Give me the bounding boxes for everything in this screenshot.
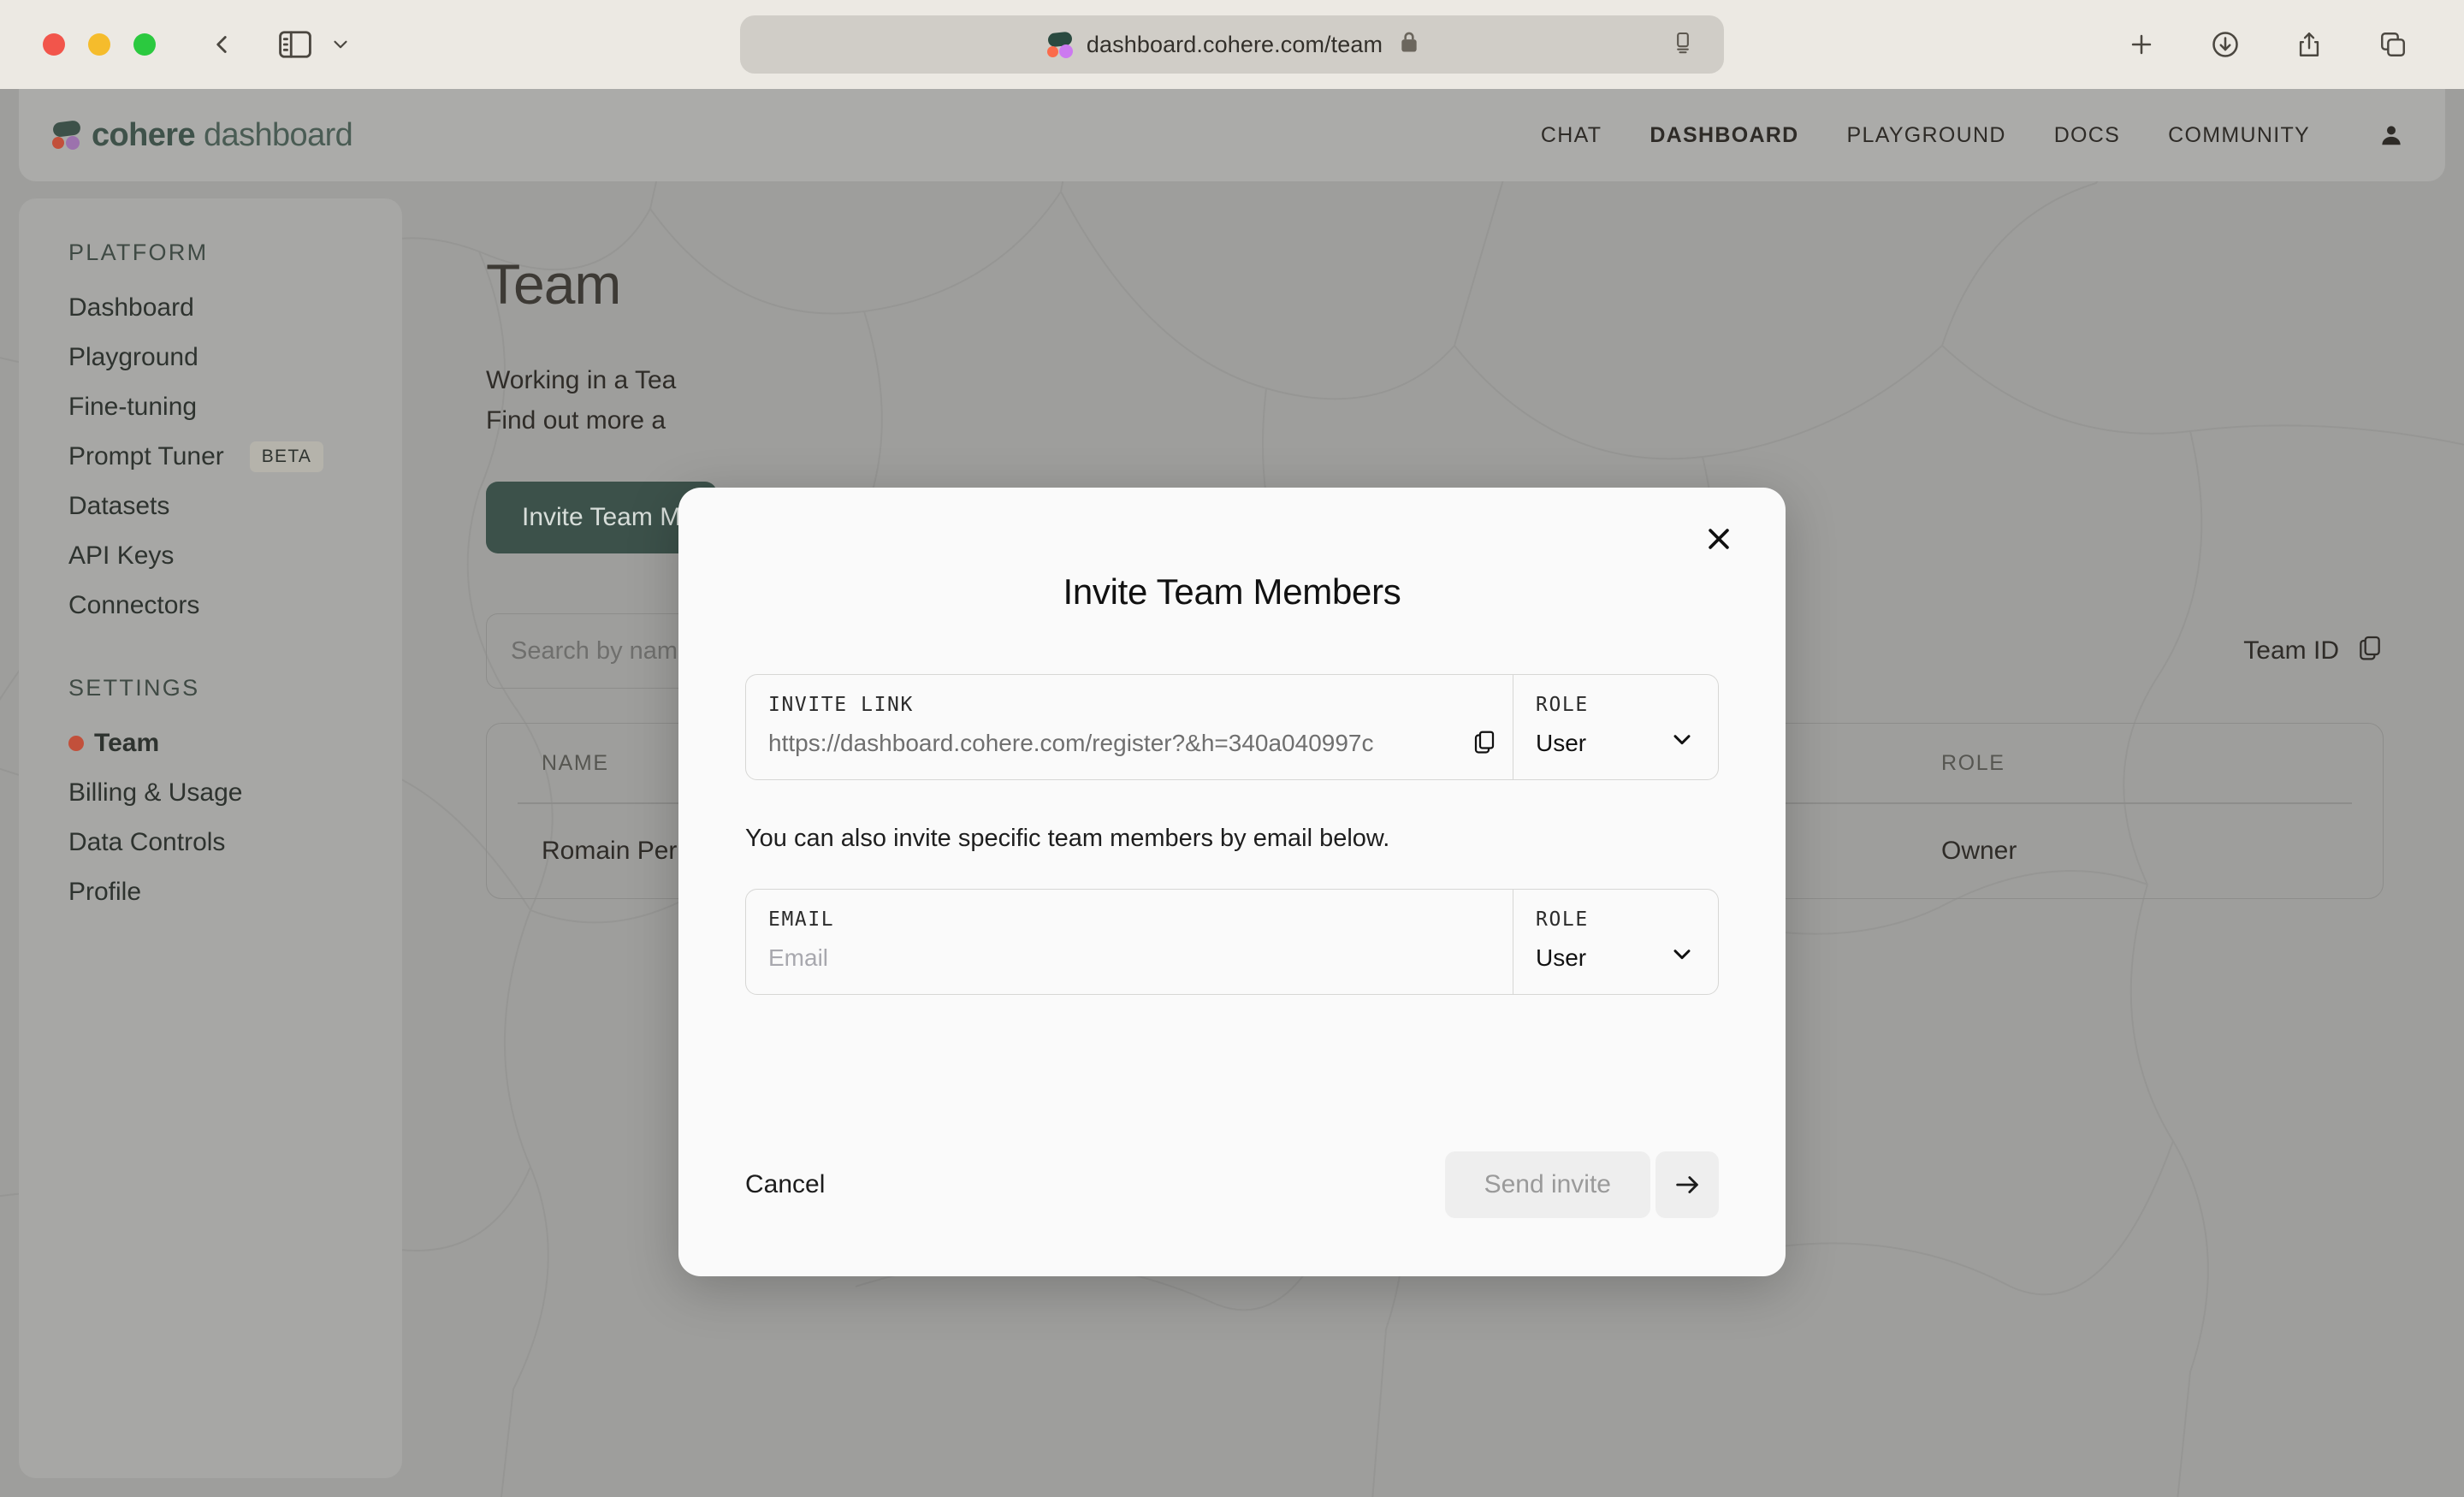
- browser-toolbar-right: [2115, 18, 2426, 71]
- browser-window: dashboard.cohere.com/team cohere dashboa…: [0, 0, 2464, 1497]
- address-bar[interactable]: dashboard.cohere.com/team: [740, 15, 1724, 74]
- close-icon[interactable]: [1698, 518, 1739, 559]
- share-icon[interactable]: [2283, 18, 2336, 71]
- sidebar-chevron-down-icon[interactable]: [322, 18, 359, 71]
- window-controls: [43, 33, 156, 56]
- send-invite-button[interactable]: Send invite: [1444, 1151, 1650, 1218]
- email-field-group: EMAIL Email ROLE User: [745, 889, 1719, 995]
- browser-titlebar: dashboard.cohere.com/team: [0, 0, 2464, 89]
- address-bar-url: dashboard.cohere.com/team: [1086, 31, 1383, 57]
- cancel-button[interactable]: Cancel: [745, 1170, 825, 1199]
- modal-title: Invite Team Members: [1063, 571, 1401, 612]
- copy-icon[interactable]: [1472, 729, 1497, 759]
- back-button[interactable]: [195, 18, 248, 71]
- site-favicon-icon: [1045, 30, 1075, 59]
- modal-action-row: Cancel Send invite: [745, 1151, 1719, 1218]
- invite-link-value: https://dashboard.cohere.com/register?&h…: [768, 730, 1374, 756]
- email-helper-text: You can also invite specific team member…: [745, 825, 1390, 852]
- address-bar-container: dashboard.cohere.com/team: [740, 15, 1724, 74]
- email-role-select[interactable]: ROLE User: [1513, 890, 1718, 994]
- email-placeholder: Email: [768, 944, 829, 971]
- invite-link-role-select[interactable]: ROLE User: [1513, 675, 1718, 779]
- send-invite-group: Send invite: [1444, 1151, 1719, 1218]
- invite-team-members-modal: Invite Team Members INVITE LINK https://…: [678, 488, 1786, 1276]
- close-window-button[interactable]: [43, 33, 65, 56]
- chevron-down-icon[interactable]: [1668, 725, 1696, 757]
- lock-icon: [1400, 31, 1419, 58]
- tab-overview-icon[interactable]: [2366, 18, 2420, 71]
- new-tab-icon[interactable]: [2115, 18, 2168, 71]
- invite-link-field[interactable]: INVITE LINK https://dashboard.cohere.com…: [746, 675, 1513, 779]
- modal-overlay: Invite Team Members INVITE LINK https://…: [0, 89, 2464, 1497]
- reader-view-icon[interactable]: [1671, 31, 1695, 59]
- invite-link-field-group: INVITE LINK https://dashboard.cohere.com…: [745, 674, 1719, 780]
- downloads-icon[interactable]: [2199, 18, 2252, 71]
- email-field[interactable]: EMAIL Email: [746, 890, 1513, 994]
- browser-nav-controls: [195, 18, 359, 71]
- invite-link-role-label: ROLE: [1536, 694, 1589, 716]
- sidebar-toggle-icon[interactable]: [269, 18, 322, 71]
- page-viewport: cohere dashboard CHAT DASHBOARD PLAYGROUN…: [0, 89, 2464, 1497]
- email-role-label: ROLE: [1536, 908, 1589, 931]
- minimize-window-button[interactable]: [88, 33, 110, 56]
- maximize-window-button[interactable]: [133, 33, 156, 56]
- chevron-down-icon[interactable]: [1668, 940, 1696, 972]
- arrow-right-icon[interactable]: [1656, 1151, 1719, 1218]
- invite-link-label: INVITE LINK: [768, 694, 914, 716]
- email-label: EMAIL: [768, 908, 835, 931]
